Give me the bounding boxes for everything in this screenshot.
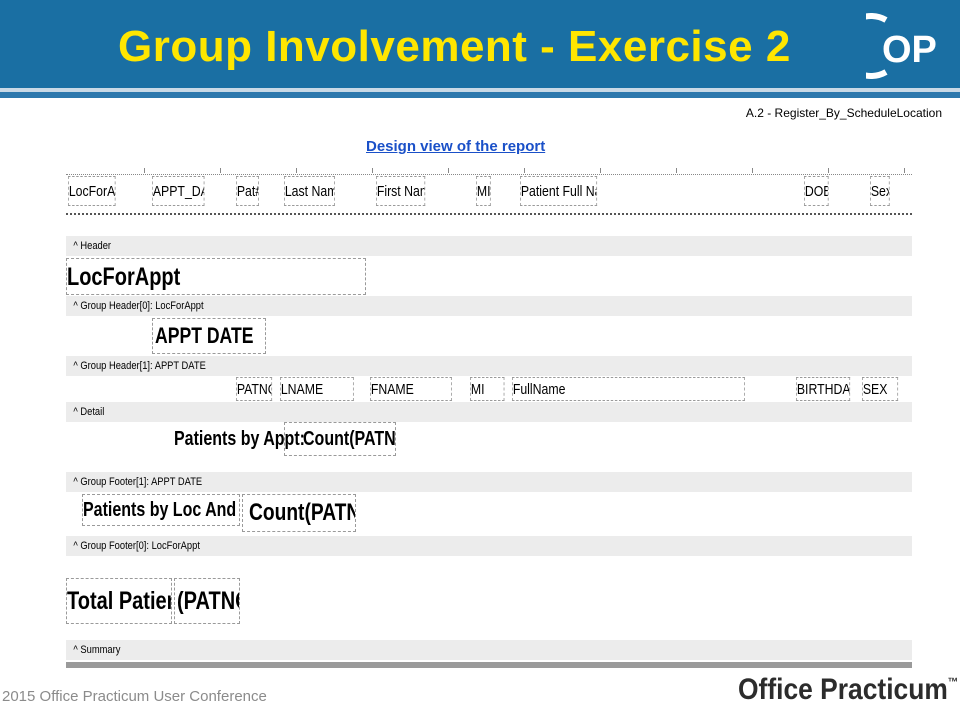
report-ruler [66, 166, 912, 175]
detail-field[interactable]: SEX [862, 377, 899, 401]
band-detail[interactable]: ^ Detail [66, 402, 912, 422]
report-subtitle: A.2 - Register_By_ScheduleLocation [745, 106, 942, 120]
brand-name: Office Practicum [738, 673, 948, 706]
detail-field[interactable]: FullName [512, 377, 745, 401]
band-header[interactable]: ^ Header [66, 236, 912, 256]
page-header-field[interactable]: APPT_DATE [152, 176, 205, 206]
op-logo-icon: OP [866, 13, 937, 79]
band-group-footer-0[interactable]: ^ Group Footer[0]: LocForAppt [66, 536, 912, 556]
report-bottom-edge [66, 662, 912, 668]
detail-field[interactable]: PATNO [236, 377, 273, 401]
report-design-view: LocForAppt APPT_DATE Pat# Last Name Firs… [66, 160, 912, 668]
page-header-field[interactable]: Last Name [284, 176, 335, 206]
total-patients-label-field[interactable]: Total Patients: [66, 578, 172, 624]
header-divider-dark [0, 92, 960, 98]
band-group-footer-1[interactable]: ^ Group Footer[1]: APPT DATE [66, 472, 912, 492]
page-header-divider [66, 213, 912, 215]
detail-field[interactable]: BIRTHDAT [796, 377, 851, 401]
group-appt-date-field[interactable]: APPT DATE [152, 318, 266, 354]
brand-wordmark: Office Practicum™ [738, 673, 958, 707]
band-summary[interactable]: ^ Summary [66, 640, 912, 660]
detail-field[interactable]: FNAME [370, 377, 452, 401]
total-patients-value-field[interactable]: (PATNO) [174, 578, 240, 624]
trademark-symbol: ™ [947, 675, 959, 689]
page-header-field[interactable]: First Name [376, 176, 426, 206]
patients-by-loc-label-field[interactable]: Patients by Loc And Appt: [82, 494, 240, 526]
logo-text: OP [882, 29, 937, 71]
page-header-field[interactable]: LocForAppt [68, 176, 116, 206]
page-header-field[interactable]: MI [476, 176, 491, 206]
page-header-field[interactable]: Sex [870, 176, 890, 206]
patients-by-loc-count-field[interactable]: Count(PATNO) [242, 494, 356, 532]
slide-title: Group Involvement - Exercise 2 [118, 22, 791, 71]
design-view-link[interactable]: Design view of the report [366, 138, 545, 155]
band-group-header-1[interactable]: ^ Group Header[1]: APPT DATE [66, 356, 912, 376]
patients-by-appt-count-field[interactable]: Count(PATNO) [284, 422, 396, 456]
page-header-field[interactable]: DOB [804, 176, 829, 206]
page-header-field[interactable]: Patient Full Name [520, 176, 598, 206]
header-locforappt-field[interactable]: LocForAppt [66, 258, 366, 295]
conference-footer: 2015 Office Practicum User Conference [2, 688, 267, 705]
page-header-field[interactable]: Pat# [236, 176, 259, 206]
detail-field[interactable]: MI [470, 377, 505, 401]
detail-field[interactable]: LNAME [280, 377, 354, 401]
band-group-header-0[interactable]: ^ Group Header[0]: LocForAppt [66, 296, 912, 316]
